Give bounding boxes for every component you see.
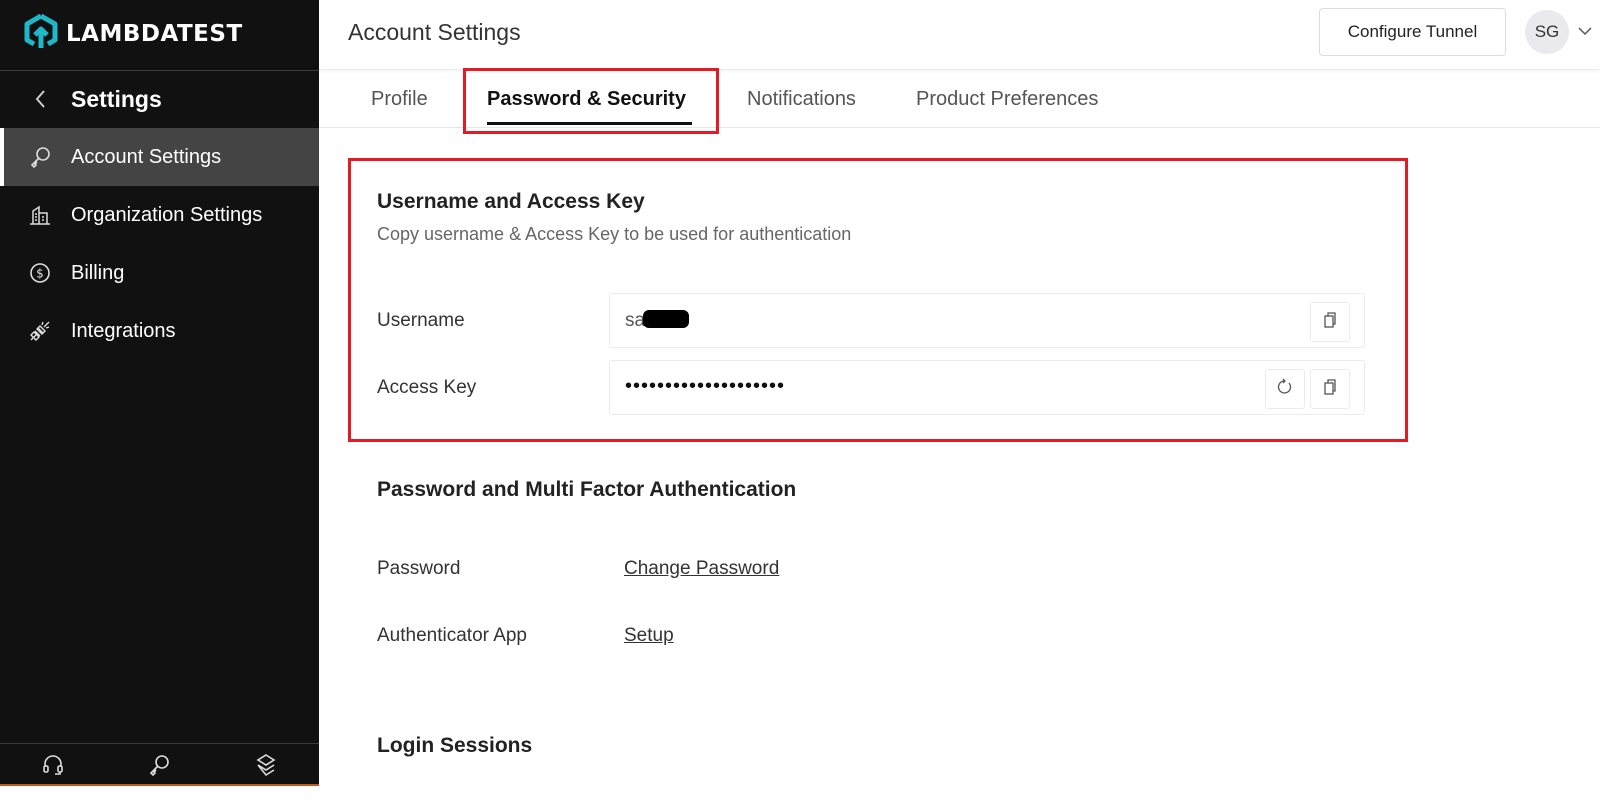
chevron-down-icon[interactable]	[1577, 24, 1593, 38]
svg-text:$: $	[36, 267, 44, 281]
sidebar-item-label: Organization Settings	[71, 203, 263, 226]
password-label: Password	[377, 558, 461, 579]
copy-username-button[interactable]	[1310, 302, 1350, 342]
change-password-link[interactable]: Change Password	[624, 558, 779, 580]
username-value: sa	[625, 310, 690, 332]
access-key-section-subtitle: Copy username & Access Key to be used fo…	[377, 224, 852, 244]
layers-icon[interactable]	[253, 752, 279, 778]
access-key-label: Access Key	[377, 377, 477, 398]
headset-icon[interactable]	[40, 752, 66, 778]
sidebar-item-label: Integrations	[71, 319, 176, 342]
chevron-left-icon[interactable]	[30, 86, 52, 112]
tab-notifications[interactable]: Notifications	[747, 88, 856, 111]
brand-logo[interactable]: LAMBDATEST	[24, 13, 243, 55]
key-icon	[28, 145, 52, 169]
login-sessions-title: Login Sessions	[377, 734, 533, 757]
settings-header: Settings	[0, 72, 319, 127]
regenerate-access-key-button[interactable]	[1265, 369, 1305, 409]
divider	[0, 70, 319, 71]
access-key-field[interactable]: ••••••••••••••••••••	[609, 360, 1365, 415]
sidebar-item-label: Billing	[71, 261, 125, 284]
refresh-icon	[1276, 378, 1294, 401]
redaction-mark	[643, 310, 690, 328]
settings-title: Settings	[71, 86, 162, 112]
copy-access-key-button[interactable]	[1310, 369, 1350, 409]
copy-icon	[1322, 311, 1338, 334]
access-key-section-title: Username and Access Key	[377, 190, 645, 213]
authenticator-app-label: Authenticator App	[377, 625, 527, 646]
sidebar-item-organization-settings[interactable]: Organization Settings	[0, 186, 319, 244]
building-icon	[28, 203, 52, 227]
username-field[interactable]: sa	[609, 293, 1365, 348]
highlight-box-tab	[463, 68, 719, 134]
page-title: Account Settings	[348, 19, 521, 45]
sidebar-item-billing[interactable]: $ Billing	[0, 244, 319, 302]
sidebar-item-account-settings[interactable]: Account Settings	[0, 128, 319, 186]
avatar[interactable]: SG	[1525, 10, 1569, 54]
mfa-section-title: Password and Multi Factor Authentication	[377, 478, 797, 501]
sidebar-item-integrations[interactable]: Integrations	[0, 302, 319, 360]
brand-name: LAMBDATEST	[66, 21, 243, 47]
copy-icon	[1322, 378, 1338, 401]
key-icon[interactable]	[146, 752, 172, 778]
top-bar: Account Settings Configure Tunnel SG	[319, 0, 1600, 70]
plug-icon	[28, 319, 52, 343]
access-key-masked-value: ••••••••••••••••••••	[625, 375, 786, 397]
sidebar: LAMBDATEST Settings Account Settings Org…	[0, 0, 319, 786]
username-label: Username	[377, 310, 465, 331]
tab-profile[interactable]: Profile	[371, 88, 428, 111]
authenticator-setup-link[interactable]: Setup	[624, 625, 674, 647]
dollar-circle-icon: $	[28, 261, 52, 285]
configure-tunnel-button[interactable]: Configure Tunnel	[1319, 8, 1506, 56]
lambdatest-logo-icon	[24, 13, 58, 55]
sidebar-item-label: Account Settings	[71, 145, 222, 168]
sidebar-footer	[0, 744, 319, 786]
sidebar-nav: Account Settings Organization Settings $…	[0, 128, 319, 360]
tab-product-preferences[interactable]: Product Preferences	[916, 88, 1098, 111]
